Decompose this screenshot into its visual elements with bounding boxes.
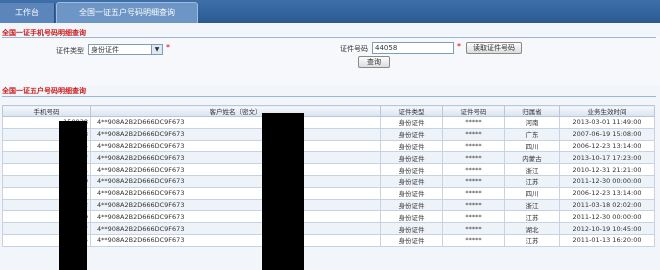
cell-id-number: ***** [442,198,505,212]
query-button[interactable]: 查询 [358,56,390,68]
result-table: 手机号码 客户姓名（密文） 证件类型 证件号码 归属省 业务生效时间 15093… [2,105,655,247]
cell-id-type: 身份证件 [380,210,443,224]
cell-province: 江苏 [504,210,560,224]
cell-customer-name: 4**908A2B2D666DC9F673 [90,139,381,153]
table-row[interactable]: 1592844**908A2B2D666DC9F673身份证件*****四川20… [2,186,655,200]
cell-customer-name: 4**908A2B2D666DC9F673 [90,116,381,129]
cell-id-type: 身份证件 [380,198,443,212]
id-type-label: 证件类型 [56,47,84,55]
cell-province: 河南 [504,116,560,129]
main-content: 全国一证手机号码明细查询 证件类型 身份证件 ▼ * 证件号码 44058 * … [0,23,660,270]
column-header-id-type[interactable]: 证件类型 [380,105,443,117]
cell-id-number: ***** [442,163,505,176]
table-header-row: 手机号码 客户姓名（密文） 证件类型 证件号码 归属省 业务生效时间 [2,105,655,117]
table-row[interactable]: 1875814**908A2B2D666DC9F673身份证件*****浙江20… [2,163,655,176]
table-row[interactable]: 1526194**908A2B2D666DC9F673身份证件*****江苏20… [2,210,655,224]
cell-effective-time: 2007-06-19 15:08:00 [559,127,655,141]
cell-id-number: ***** [442,151,505,165]
cell-effective-time: 2011-12-30 00:00:00 [559,174,655,188]
cell-customer-name: 4**908A2B2D666DC9F673 [90,186,381,200]
column-header-phone[interactable]: 手机号码 [2,105,91,117]
cell-customer-name: 4**908A2B2D666DC9F673 [90,163,381,176]
cell-province: 四川 [504,186,560,200]
table-row[interactable]: 1526194**908A2B2D666DC9F673身份证件*****江苏20… [2,174,655,188]
id-type-value: 身份证件 [91,46,119,54]
id-number-label: 证件号码 [340,45,368,53]
cell-id-type: 身份证件 [380,151,443,165]
cell-id-number: ***** [442,186,505,200]
cell-id-type: 身份证件 [380,163,443,176]
table-row[interactable]: 1361474**908A2B2D666DC9F673身份证件*****内蒙古2… [2,151,655,165]
cell-customer-name: 4**908A2B2D666DC9F673 [90,233,381,247]
tab-workbench[interactable]: 工作台 [0,3,55,23]
redaction-block [59,121,87,270]
cell-customer-name: 4**908A2B2D666DC9F673 [90,127,381,141]
cell-effective-time: 2010-12-31 21:21:00 [559,163,655,176]
cell-id-number: ***** [442,222,505,235]
cell-customer-name: 4**908A2B2D666DC9F673 [90,151,381,165]
table-row[interactable]: 1362654**908A2B2D666DC9F673身份证件*****江苏20… [2,233,655,247]
cell-customer-name: 4**908A2B2D666DC9F673 [90,222,381,235]
redaction-block [262,113,304,270]
required-mark: * [166,43,170,52]
cell-province: 内蒙古 [504,151,560,165]
cell-effective-time: 2006-12-23 13:14:00 [559,186,655,200]
cell-id-number: ***** [442,116,505,129]
cell-province: 浙江 [504,163,560,176]
cell-effective-time: 2013-03-01 11:49:00 [559,116,655,129]
cell-id-type: 身份证件 [380,139,443,153]
tab-bar: 工作台 全国一证五户号码明细查询 [0,0,660,23]
column-header-name[interactable]: 客户姓名（密文） [90,105,381,117]
cell-id-type: 身份证件 [380,222,443,235]
result-section-title: 全国一证五户号码明细查询 [2,87,86,95]
cell-id-number: ***** [442,233,505,247]
cell-province: 湖北 [504,222,560,235]
chevron-down-icon: ▼ [151,45,162,54]
cell-id-type: 身份证件 [380,233,443,247]
cell-id-type: 身份证件 [380,186,443,200]
cell-effective-time: 2012-10-19 10:45:00 [559,222,655,235]
required-mark-2: * [457,42,461,51]
cell-province: 广东 [504,127,560,141]
divider [2,37,656,38]
cell-id-number: ***** [442,174,505,188]
table-row[interactable]: 1373224**908A2B2D666DC9F673身份证件*****浙江20… [2,198,655,212]
cell-effective-time: 2006-12-23 13:14:00 [559,139,655,153]
cell-id-number: ***** [442,139,505,153]
cell-customer-name: 4**908A2B2D666DC9F673 [90,174,381,188]
cell-effective-time: 2011-03-18 02:02:00 [559,198,655,212]
cell-effective-time: 2011-12-30 00:00:00 [559,210,655,224]
cell-province: 浙江 [504,198,560,212]
column-header-effective-time[interactable]: 业务生效时间 [559,105,655,117]
cell-id-type: 身份证件 [380,174,443,188]
table-row[interactable]: 1387274**908A2B2D666DC9F673身份证件*****湖北20… [2,222,655,235]
cell-id-type: 身份证件 [380,116,443,129]
cell-province: 江苏 [504,174,560,188]
cell-customer-name: 4**908A2B2D666DC9F673 [90,198,381,212]
column-header-province[interactable]: 归属省 [504,105,560,117]
cell-customer-name: 4**908A2B2D666DC9F673 [90,210,381,224]
cell-effective-time: 2013-10-17 17:23:00 [559,151,655,165]
table-row[interactable]: 1509384**908A2B2D666DC9F673身份证件*****河南20… [2,116,655,129]
cell-effective-time: 2011-01-13 16:20:00 [559,233,655,247]
divider [2,96,656,97]
id-type-select[interactable]: 身份证件 ▼ [88,44,163,55]
cell-id-number: ***** [442,127,505,141]
id-number-input[interactable]: 44058 [372,42,454,54]
tab-number-detail-query[interactable]: 全国一证五户号码明细查询 [56,2,198,23]
table-row[interactable]: 1592844**908A2B2D666DC9F673身份证件*****四川20… [2,139,655,153]
cell-id-number: ***** [442,210,505,224]
read-id-number-button[interactable]: 读取证件号码 [466,42,522,54]
cell-id-type: 身份证件 [380,127,443,141]
column-header-id-number[interactable]: 证件号码 [442,105,505,117]
cell-province: 四川 [504,139,560,153]
cell-province: 江苏 [504,233,560,247]
table-row[interactable]: 1392284**908A2B2D666DC9F673身份证件*****广东20… [2,127,655,141]
